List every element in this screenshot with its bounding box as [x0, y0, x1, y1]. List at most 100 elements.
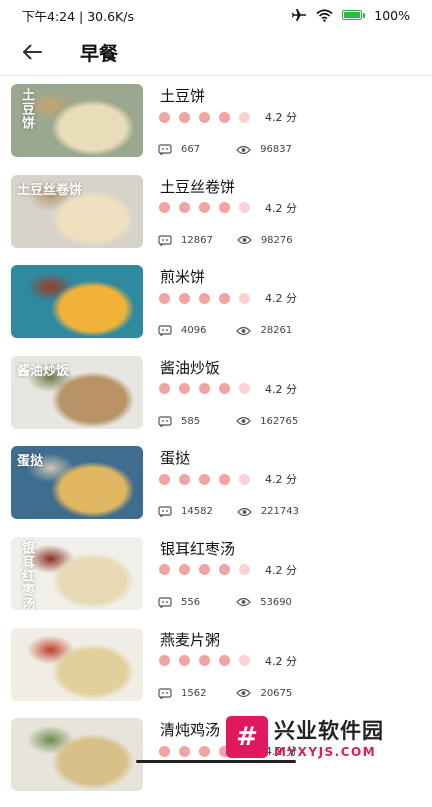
recipe-title: 蛋挞 — [160, 449, 191, 468]
stats-row: 556 53690 — [158, 597, 292, 608]
arrow-left-icon — [23, 44, 42, 60]
rating-row: 4.2 分 — [159, 653, 297, 669]
recipe-title: 煎米饼 — [160, 268, 206, 287]
rating-row: 4.2 分 — [159, 381, 297, 397]
rating-row: 4.2 分 — [159, 562, 297, 578]
watermark-en-text: MYXYJS.COM — [274, 745, 377, 759]
view-count: 20675 — [260, 687, 293, 699]
comment-icon — [158, 597, 172, 608]
comment-count: 14582 — [181, 506, 213, 518]
recipe-list-item[interactable]: 燕麦片粥 4.2 分 1562 20675 — [0, 626, 432, 717]
rating-score: 4.2 分 — [265, 292, 297, 306]
rating-dot-icon — [199, 292, 210, 304]
rating-dot-icon — [199, 202, 210, 214]
rating-dot-icon — [219, 292, 230, 304]
rating-score: 4.2 分 — [265, 563, 297, 577]
rating-dot-icon — [199, 383, 210, 395]
rating-row: 4.2 分 — [159, 109, 297, 125]
view-stat: 96837 — [236, 144, 292, 155]
rating-dot-icon — [239, 111, 250, 123]
comment-stat: 1562 — [158, 688, 206, 699]
recipe-title: 土豆丝卷饼 — [160, 177, 236, 196]
comment-icon — [158, 234, 172, 246]
recipe-thumbnail[interactable]: 土豆饼 — [11, 84, 143, 157]
rating-score: 4.2 分 — [265, 111, 297, 124]
recipe-title: 土豆饼 — [160, 87, 206, 105]
recipe-thumbnail[interactable]: 银耳红枣汤 — [11, 536, 143, 610]
view-count: 96837 — [260, 144, 292, 155]
recipe-thumbnail[interactable]: 土豆丝卷饼 — [11, 174, 143, 248]
eye-icon — [236, 598, 251, 607]
recipe-list-item[interactable]: 土豆丝卷饼 土豆丝卷饼 4.2 分 12867 98276 — [0, 173, 432, 264]
recipe-list-item[interactable]: 土豆饼 土豆饼 4.2 分 667 96837 — [0, 82, 432, 173]
rating-dot-icon — [179, 655, 190, 667]
recipe-title: 燕麦片粥 — [160, 630, 221, 649]
comment-icon — [158, 416, 172, 427]
rating-dot-icon — [239, 292, 250, 304]
watermark: # 兴业软件园 MYXYJS.COM — [226, 706, 432, 768]
stats-row: 1562 20675 — [158, 688, 292, 699]
rating-dot-icon — [199, 111, 210, 123]
recipe-thumbnail[interactable] — [11, 718, 143, 792]
recipe-list-item[interactable]: 银耳红枣汤 银耳红枣汤 4.2 分 556 53690 — [0, 535, 432, 626]
rating-row: 4.2 分 — [159, 290, 297, 306]
rating-dot-icon — [159, 202, 170, 214]
comment-stat: 585 — [158, 416, 200, 427]
recipe-list[interactable]: 土豆饼 土豆饼 4.2 分 667 96837 土豆丝卷饼 土豆丝卷饼 4.2 分 12867 9… — [0, 82, 432, 807]
rating-dot-icon — [159, 111, 170, 123]
comment-count: 1562 — [181, 687, 207, 699]
airplane-icon — [292, 9, 307, 21]
rating-dot-icon — [199, 745, 210, 757]
rating-dot-icon — [219, 202, 230, 214]
rating-dot-icon — [239, 564, 250, 576]
rating-dot-icon — [179, 473, 190, 485]
comment-count: 585 — [181, 415, 201, 427]
status-icons: 100% — [291, 8, 410, 23]
recipe-thumbnail[interactable] — [11, 627, 143, 701]
thumbnail-caption: 土豆丝卷饼 — [17, 182, 83, 198]
recipe-title: 酱油炒饭 — [160, 358, 221, 377]
rating-dot-icon — [239, 655, 250, 667]
eye-icon — [236, 507, 252, 516]
recipe-title: 清炖鸡汤 — [160, 721, 221, 740]
rating-dot-icon — [159, 383, 170, 395]
stats-row: 14582 221743 — [158, 506, 299, 518]
comment-count: 667 — [181, 144, 201, 155]
title-bar: 早餐 — [0, 30, 432, 74]
recipe-thumbnail[interactable]: 蛋挞 — [11, 446, 143, 520]
comment-count: 12867 — [181, 234, 213, 246]
comment-icon — [158, 687, 172, 699]
battery-level: 100% — [374, 7, 410, 23]
recipe-thumbnail[interactable] — [11, 265, 143, 339]
home-indicator[interactable] — [136, 760, 296, 763]
comment-icon — [158, 144, 172, 155]
rating-dot-icon — [239, 473, 250, 485]
rating-dot-icon — [179, 111, 190, 123]
recipe-list-item[interactable]: 酱油炒饭 酱油炒饭 4.2 分 585 162765 — [0, 354, 432, 445]
rating-dot-icon — [239, 383, 250, 395]
view-stat: 98276 — [236, 235, 293, 246]
rating-dot-icon — [179, 202, 190, 214]
recipe-thumbnail[interactable]: 酱油炒饭 — [11, 355, 143, 429]
view-stat: 162765 — [236, 416, 298, 427]
recipe-list-item[interactable]: 煎米饼 4.2 分 4096 28261 — [0, 263, 432, 354]
thumbnail-caption: 土豆饼 — [19, 88, 34, 130]
rating-dot-icon — [199, 473, 210, 485]
rating-dot-icon — [179, 564, 190, 576]
watermark-logo: # — [226, 716, 268, 758]
view-stat: 221743 — [236, 506, 299, 517]
comment-count: 556 — [181, 596, 201, 608]
view-count: 28261 — [260, 325, 293, 337]
eye-icon — [236, 235, 252, 245]
recipe-title: 银耳红枣汤 — [160, 539, 236, 558]
view-stat: 28261 — [236, 325, 292, 336]
recipe-list-item[interactable]: 蛋挞 蛋挞 4.2 分 14582 221743 — [0, 444, 432, 535]
rating-row: 4.2 分 — [159, 471, 297, 487]
view-count: 162765 — [260, 415, 299, 427]
watermark-cn-text: 兴业软件园 — [274, 719, 384, 743]
view-stat: 53690 — [236, 597, 292, 608]
back-button[interactable] — [12, 32, 52, 72]
comment-count: 4096 — [181, 325, 207, 337]
rating-dot-icon — [179, 383, 190, 395]
wifi-icon — [316, 8, 333, 22]
